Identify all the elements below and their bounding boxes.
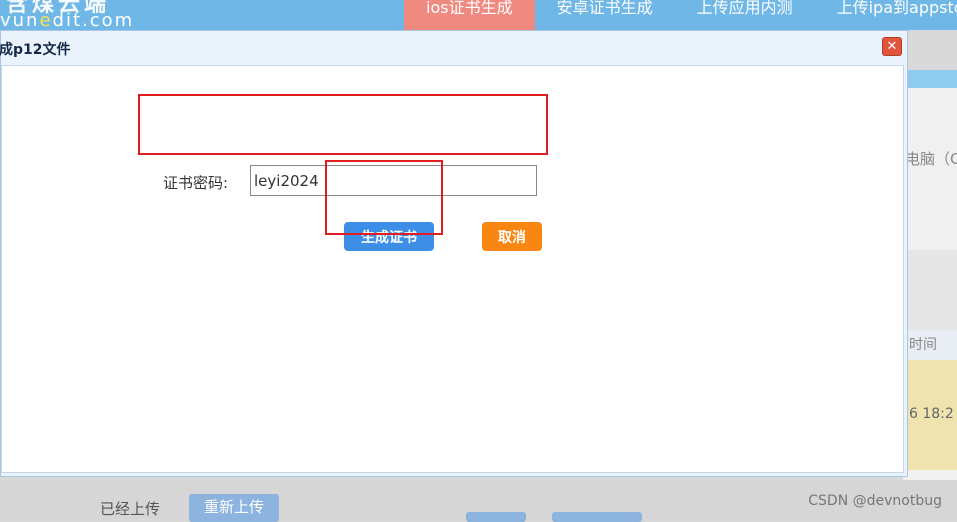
password-label: 证书密码:	[163, 174, 229, 192]
reupload-button[interactable]: 重新上传	[189, 494, 279, 522]
bg-text-time: 时间	[909, 337, 937, 353]
dialog-title: 成p12文件	[0, 42, 71, 58]
close-icon[interactable]: ✕	[882, 37, 902, 56]
logo-url-highlight: e	[39, 10, 53, 31]
bg-button-partial	[466, 512, 526, 522]
logo-url: vunedit.com	[0, 10, 134, 31]
nav-ios-cert[interactable]: ios证书生成	[404, 0, 535, 30]
bg-button-partial	[552, 512, 642, 522]
nav-upload-beta[interactable]: 上传应用内测	[675, 0, 815, 30]
main-nav: ios证书生成 安卓证书生成 上传应用内测 上传ipa到appsto	[404, 0, 957, 30]
bg-row-gray	[903, 250, 957, 330]
logo-url-suffix: dit.com	[52, 10, 135, 31]
sub-header-stripe	[903, 70, 957, 88]
bg-text-computer: 电脑（C	[905, 150, 957, 168]
bg-text-date: 6 18:2	[909, 406, 954, 422]
annotation-box-generate	[325, 160, 443, 235]
logo-url-prefix: vun	[0, 10, 40, 31]
nav-android-cert[interactable]: 安卓证书生成	[535, 0, 675, 30]
annotation-box-password	[138, 94, 548, 155]
watermark: CSDN @devnotbug	[808, 493, 942, 509]
top-header: 含煤云端 vunedit.com ios证书生成 安卓证书生成 上传应用内测 上…	[0, 0, 957, 31]
nav-upload-ipa[interactable]: 上传ipa到appsto	[815, 0, 957, 30]
cancel-button[interactable]: 取消	[482, 222, 542, 251]
uploaded-label: 已经上传	[100, 500, 161, 518]
